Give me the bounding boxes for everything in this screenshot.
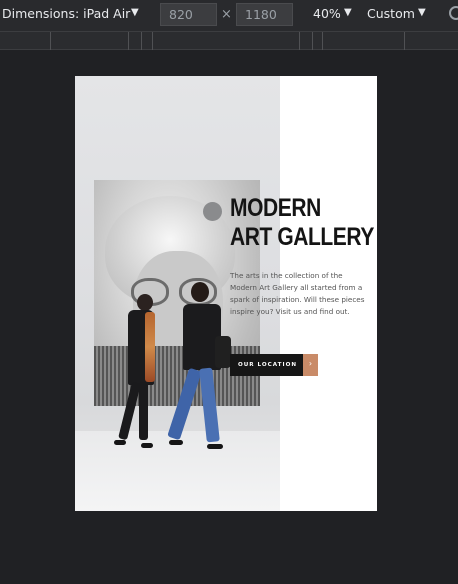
visitor-scarf	[145, 312, 155, 382]
visitor-shoe	[207, 444, 223, 449]
media-query-marker[interactable]	[152, 32, 153, 50]
media-query-marker[interactable]	[322, 32, 323, 50]
media-query-marker[interactable]	[128, 32, 129, 50]
page-title-line-1: MODERN	[230, 194, 321, 222]
page-title: MODERN ART GALLERY	[230, 194, 374, 252]
visitor-bag	[215, 336, 231, 368]
media-query-marker[interactable]	[312, 32, 313, 50]
page-title-line-2: ART GALLERY	[230, 223, 374, 251]
our-location-button[interactable]: OUR LOCATION	[230, 354, 303, 376]
throttle-preset-select[interactable]: Custom	[367, 6, 415, 21]
media-query-marker[interactable]	[404, 32, 405, 50]
preset-dropdown-icon[interactable]: ▼	[418, 7, 426, 18]
visitor-leg	[139, 382, 148, 440]
device-toolbar: Dimensions: iPad Air ▼ 820 × 1180 40% ▼ …	[0, 0, 458, 31]
visitor-shoe	[169, 440, 183, 445]
device-viewport: MODERN ART GALLERY The arts in the colle…	[75, 76, 377, 511]
height-input[interactable]: 1180	[236, 3, 293, 26]
width-input[interactable]: 820	[160, 3, 217, 26]
zoom-dropdown-icon[interactable]: ▼	[344, 7, 352, 18]
rotate-icon[interactable]	[449, 6, 458, 20]
media-query-marker[interactable]	[299, 32, 300, 50]
circle-accent-icon	[203, 202, 222, 221]
media-query-marker[interactable]	[50, 32, 51, 50]
visitor-head	[191, 282, 209, 302]
media-query-marker[interactable]	[141, 32, 142, 50]
media-query-bar[interactable]	[0, 31, 458, 50]
visitor-shoe	[114, 440, 126, 445]
chevron-right-icon[interactable]: ›	[303, 354, 318, 376]
dimensions-dropdown-icon[interactable]: ▼	[131, 7, 139, 18]
dimensions-select[interactable]: Dimensions: iPad Air	[2, 6, 130, 21]
intro-paragraph: The arts in the collection of the Modern…	[230, 271, 365, 316]
visitor-head	[137, 294, 153, 311]
dimension-separator: ×	[221, 7, 232, 22]
visitor-shoe	[141, 443, 153, 448]
zoom-select[interactable]: 40%	[313, 6, 341, 21]
